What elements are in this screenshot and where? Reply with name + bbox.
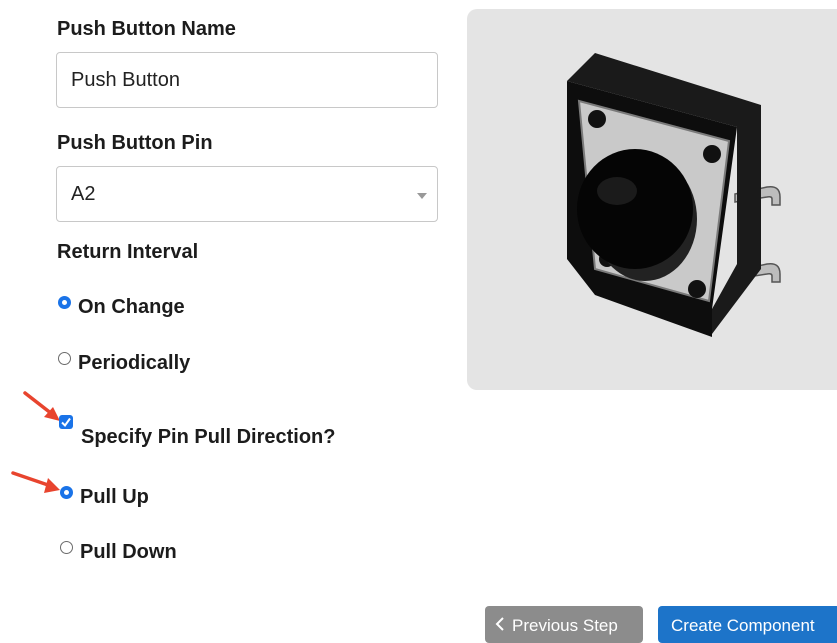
periodically-label: Periodically [78, 352, 191, 374]
pull-down-label: Pull Down [80, 541, 177, 563]
return-interval-label: Return Interval [57, 241, 199, 263]
radio-pull-up-control[interactable] [60, 486, 73, 499]
pin-select-value: A2 [71, 183, 96, 205]
push-button-image [567, 53, 781, 337]
create-component-label: Create Component [671, 616, 815, 635]
push-button-name-input[interactable] [57, 53, 437, 107]
push-button-pin-select[interactable]: A2 [56, 166, 438, 222]
caret-down-icon [417, 193, 427, 199]
on-change-label: On Change [78, 296, 185, 318]
pull-direction-checkbox[interactable] [59, 415, 73, 429]
checkmark-icon [61, 417, 71, 428]
previous-step-button[interactable]: Previous Step [485, 606, 643, 643]
radio-on-change-control[interactable] [58, 296, 71, 309]
red-arrow-icon [11, 471, 60, 493]
component-image-panel [467, 9, 837, 390]
push-button-pin-label: Push Button Pin [57, 132, 213, 154]
create-component-button[interactable]: Create Component [658, 606, 837, 643]
radio-pull-down-control[interactable] [60, 541, 73, 554]
pull-direction-label: Specify Pin Pull Direction? [81, 426, 336, 448]
push-button-name-label: Push Button Name [57, 18, 236, 40]
push-button-name-field[interactable] [56, 52, 438, 108]
red-arrow-icon [23, 391, 60, 421]
radio-periodically-control[interactable] [58, 352, 71, 365]
chevron-left-icon [495, 617, 504, 631]
previous-step-label: Previous Step [512, 616, 618, 635]
pull-up-label: Pull Up [80, 486, 149, 508]
